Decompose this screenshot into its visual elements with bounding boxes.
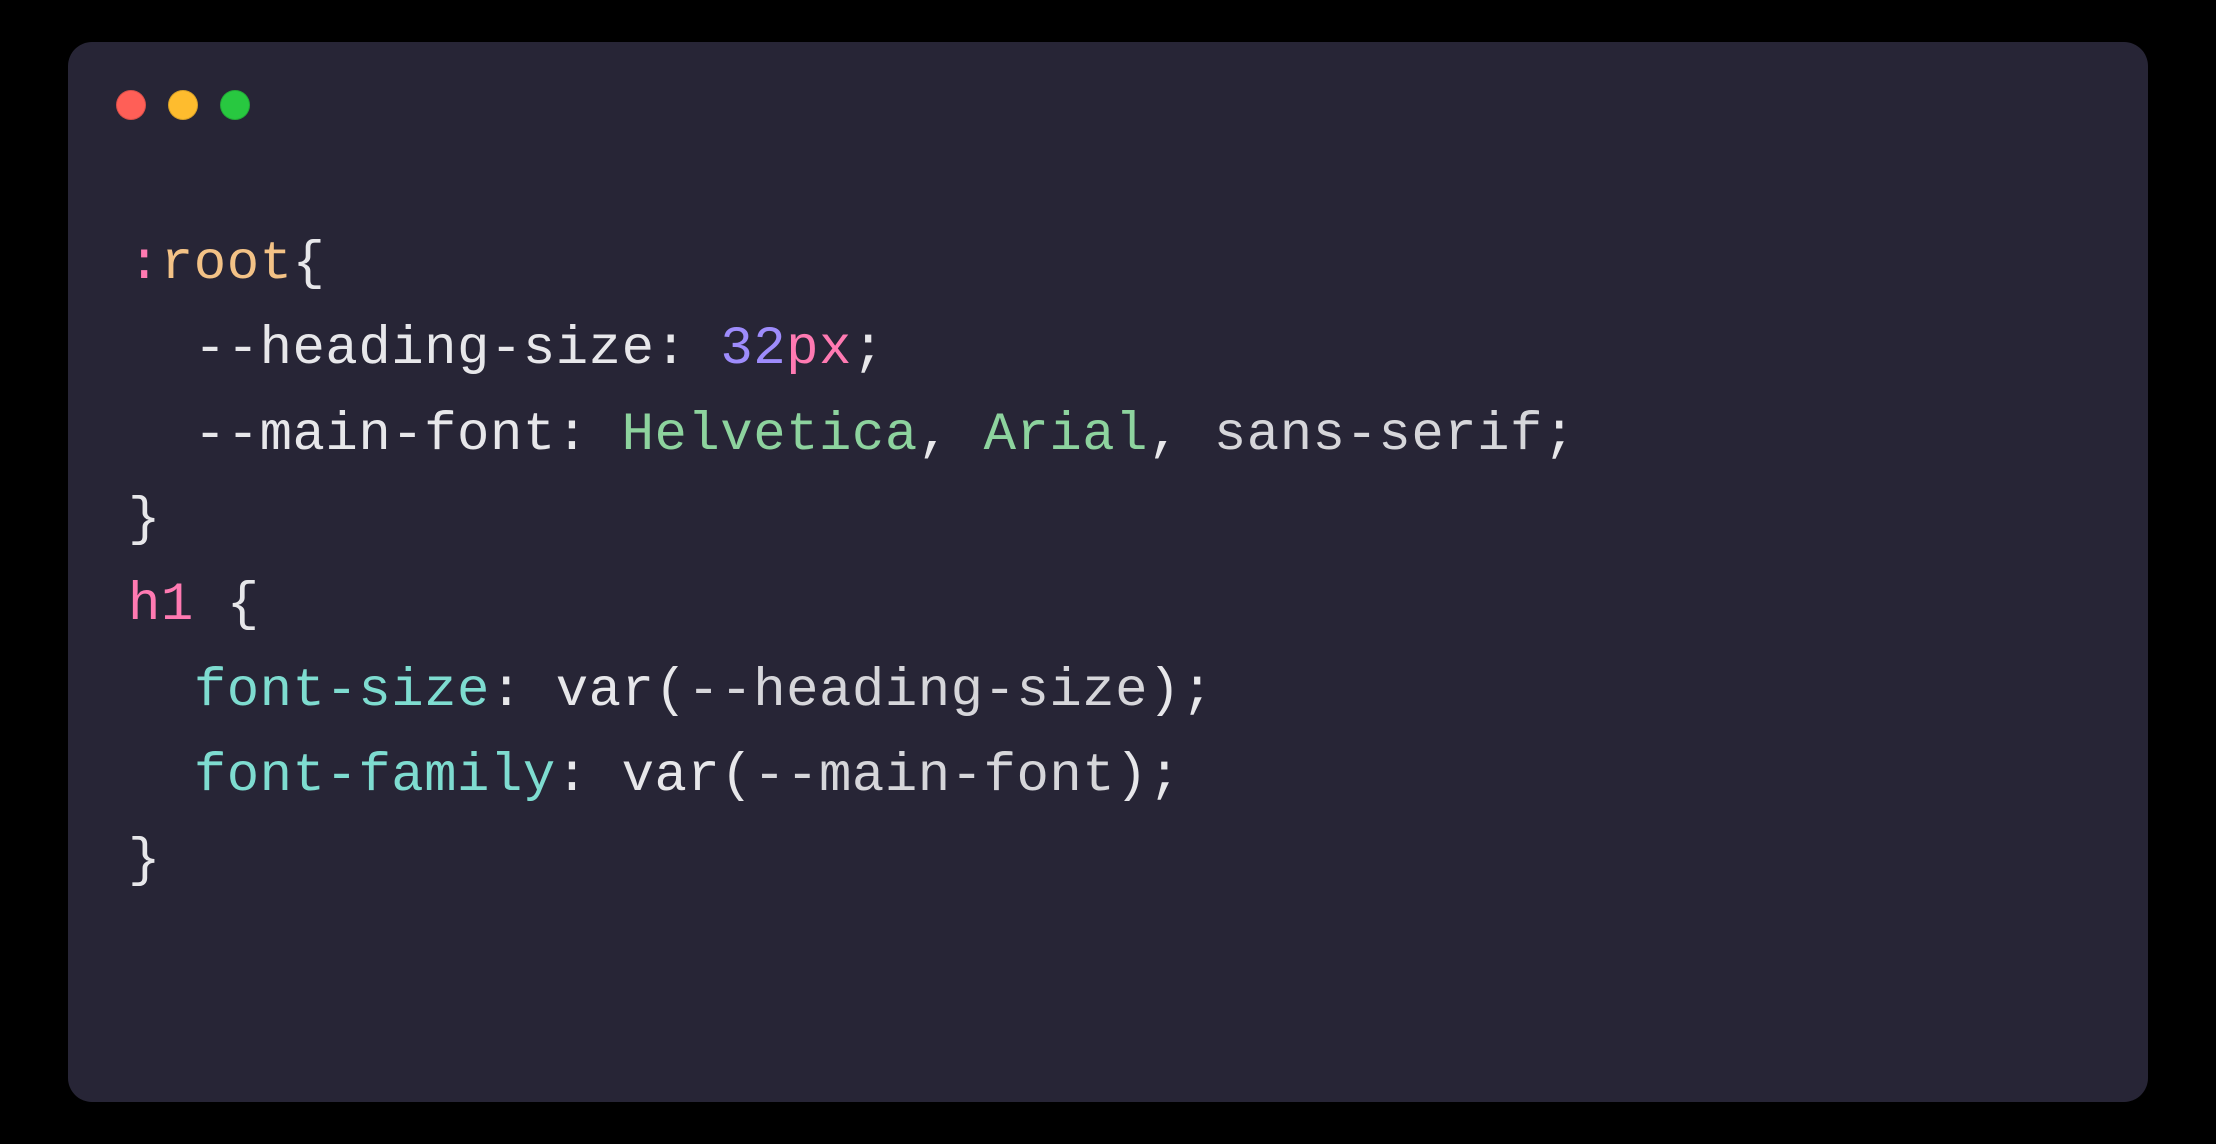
code-block: :root{ --heading-size: 32px; --main-font… (128, 222, 2088, 905)
window-titlebar (116, 90, 250, 120)
css-var-ref: --heading-size (687, 661, 1148, 722)
semicolon: ; (1543, 405, 1576, 466)
code-line-1: :root{ (128, 234, 325, 295)
space (1181, 405, 1214, 466)
pseudo-colon: : (128, 234, 161, 295)
close-icon[interactable] (116, 90, 146, 120)
brace-open: { (227, 575, 260, 636)
code-line-5: h1 { (128, 575, 260, 636)
font-generic: sans-serif (1214, 405, 1543, 466)
space (523, 661, 556, 722)
indent (128, 319, 194, 380)
code-line-7: font-family: var(--main-font); (128, 746, 1181, 807)
space (951, 405, 984, 466)
colon: : (655, 319, 688, 380)
paren-open: ( (655, 661, 688, 722)
space (687, 319, 720, 380)
selector-h1: h1 (128, 575, 194, 636)
minimize-icon[interactable] (168, 90, 198, 120)
indent (128, 405, 194, 466)
indent (128, 661, 194, 722)
comma: , (918, 405, 951, 466)
css-var-ref: --main-font (753, 746, 1115, 807)
code-window: :root{ --heading-size: 32px; --main-font… (68, 42, 2148, 1102)
colon: : (490, 661, 523, 722)
space (589, 405, 622, 466)
number-literal: 32 (720, 319, 786, 380)
code-line-2: --heading-size: 32px; (128, 319, 885, 380)
code-line-3: --main-font: Helvetica, Arial, sans-seri… (128, 405, 1576, 466)
paren-close: ) (1148, 661, 1181, 722)
css-func-var: var (556, 661, 655, 722)
code-line-8: } (128, 831, 161, 892)
brace-close: } (128, 490, 161, 551)
indent (128, 746, 194, 807)
css-property: font-family (194, 746, 556, 807)
font-value: Helvetica (622, 405, 918, 466)
space (589, 746, 622, 807)
css-func-var: var (622, 746, 721, 807)
paren-open: ( (720, 746, 753, 807)
brace-open: { (293, 234, 326, 295)
colon: : (556, 405, 589, 466)
semicolon: ; (852, 319, 885, 380)
comma: , (1148, 405, 1181, 466)
semicolon: ; (1148, 746, 1181, 807)
css-var-name: --main-font (194, 405, 556, 466)
semicolon: ; (1181, 661, 1214, 722)
colon: : (556, 746, 589, 807)
css-property: font-size (194, 661, 490, 722)
code-line-6: font-size: var(--heading-size); (128, 661, 1214, 722)
font-value: Arial (984, 405, 1149, 466)
paren-close: ) (1115, 746, 1148, 807)
css-var-name: --heading-size (194, 319, 655, 380)
pseudo-root: root (161, 234, 293, 295)
space (194, 575, 227, 636)
brace-close: } (128, 831, 161, 892)
code-line-4: } (128, 490, 161, 551)
zoom-icon[interactable] (220, 90, 250, 120)
unit-px: px (786, 319, 852, 380)
